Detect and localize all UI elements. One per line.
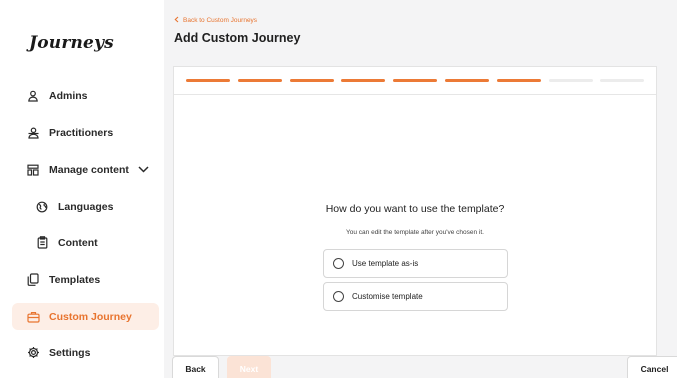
sidebar-item-content[interactable]: Content bbox=[12, 229, 159, 256]
sidebar-item-label: Content bbox=[58, 236, 98, 249]
step-progress-bar bbox=[174, 67, 656, 95]
sidebar-item-label: Templates bbox=[49, 273, 101, 286]
option-label: Use template as-is bbox=[352, 259, 419, 268]
gear-icon bbox=[26, 346, 40, 360]
app-logo: Journeys bbox=[29, 33, 114, 53]
sidebar-item-settings[interactable]: Settings bbox=[12, 339, 159, 366]
sidebar-item-label: Custom Journey bbox=[49, 310, 132, 323]
sidebar-item-practitioners[interactable]: Practitioners bbox=[12, 119, 159, 146]
progress-step-6 bbox=[445, 79, 489, 82]
progress-step-2 bbox=[237, 79, 282, 82]
sidebar-item-label: Practitioners bbox=[49, 126, 114, 139]
option-use-template-as-is[interactable]: Use template as-is bbox=[323, 249, 508, 278]
radio-button[interactable] bbox=[333, 291, 344, 302]
back-link-label: Back to Custom Journeys bbox=[183, 17, 258, 24]
users-icon bbox=[26, 126, 40, 140]
sidebar-item-label: Admins bbox=[49, 89, 88, 102]
sidebar-item-label: Languages bbox=[58, 200, 114, 213]
next-button[interactable]: Next bbox=[227, 356, 271, 378]
progress-step-3 bbox=[289, 79, 334, 82]
cancel-button[interactable]: Cancel bbox=[627, 356, 677, 378]
progress-step-9 bbox=[600, 79, 645, 82]
copy-icon bbox=[26, 273, 40, 287]
app-window: Journeys Admins Practitioners Manage con… bbox=[0, 0, 677, 378]
sidebar-item-languages[interactable]: Languages bbox=[12, 193, 159, 220]
option-label: Customise template bbox=[352, 292, 423, 301]
back-button[interactable]: Back bbox=[172, 356, 219, 378]
progress-step-5 bbox=[393, 79, 438, 82]
sidebar-item-label: Settings bbox=[49, 346, 91, 359]
user-icon bbox=[26, 89, 40, 103]
globe-icon bbox=[35, 200, 49, 214]
wizard-card: How do you want to use the template? You… bbox=[173, 66, 657, 356]
progress-step-8 bbox=[548, 79, 593, 82]
option-customise-template[interactable]: Customise template bbox=[323, 282, 508, 311]
chevron-left-icon bbox=[174, 16, 179, 25]
sidebar-item-label: Manage content bbox=[49, 163, 129, 176]
sidebar-item-manage-content[interactable]: Manage content bbox=[12, 156, 159, 183]
clipboard-icon bbox=[35, 236, 49, 250]
progress-step-1 bbox=[186, 79, 230, 82]
template-usage-question: How do you want to use the template? bbox=[325, 203, 505, 215]
briefcase-icon bbox=[26, 310, 40, 324]
progress-step-7 bbox=[496, 79, 541, 82]
back-to-custom-journeys-link[interactable]: Back to Custom Journeys bbox=[174, 16, 257, 25]
page-title: Add Custom Journey bbox=[174, 31, 301, 45]
sidebar-item-admins[interactable]: Admins bbox=[12, 82, 159, 109]
chevron-down-icon[interactable] bbox=[138, 166, 149, 173]
radio-button[interactable] bbox=[333, 258, 344, 269]
sidebar-item-custom-journey[interactable]: Custom Journey bbox=[12, 303, 159, 330]
sidebar-item-templates[interactable]: Templates bbox=[12, 266, 159, 293]
progress-step-4 bbox=[341, 79, 386, 82]
layout-icon bbox=[26, 163, 40, 177]
main-content: Back to Custom Journeys Add Custom Journ… bbox=[164, 0, 677, 378]
sidebar: Journeys Admins Practitioners Manage con… bbox=[0, 0, 164, 378]
template-usage-hint: You can edit the template after you've c… bbox=[346, 229, 484, 236]
